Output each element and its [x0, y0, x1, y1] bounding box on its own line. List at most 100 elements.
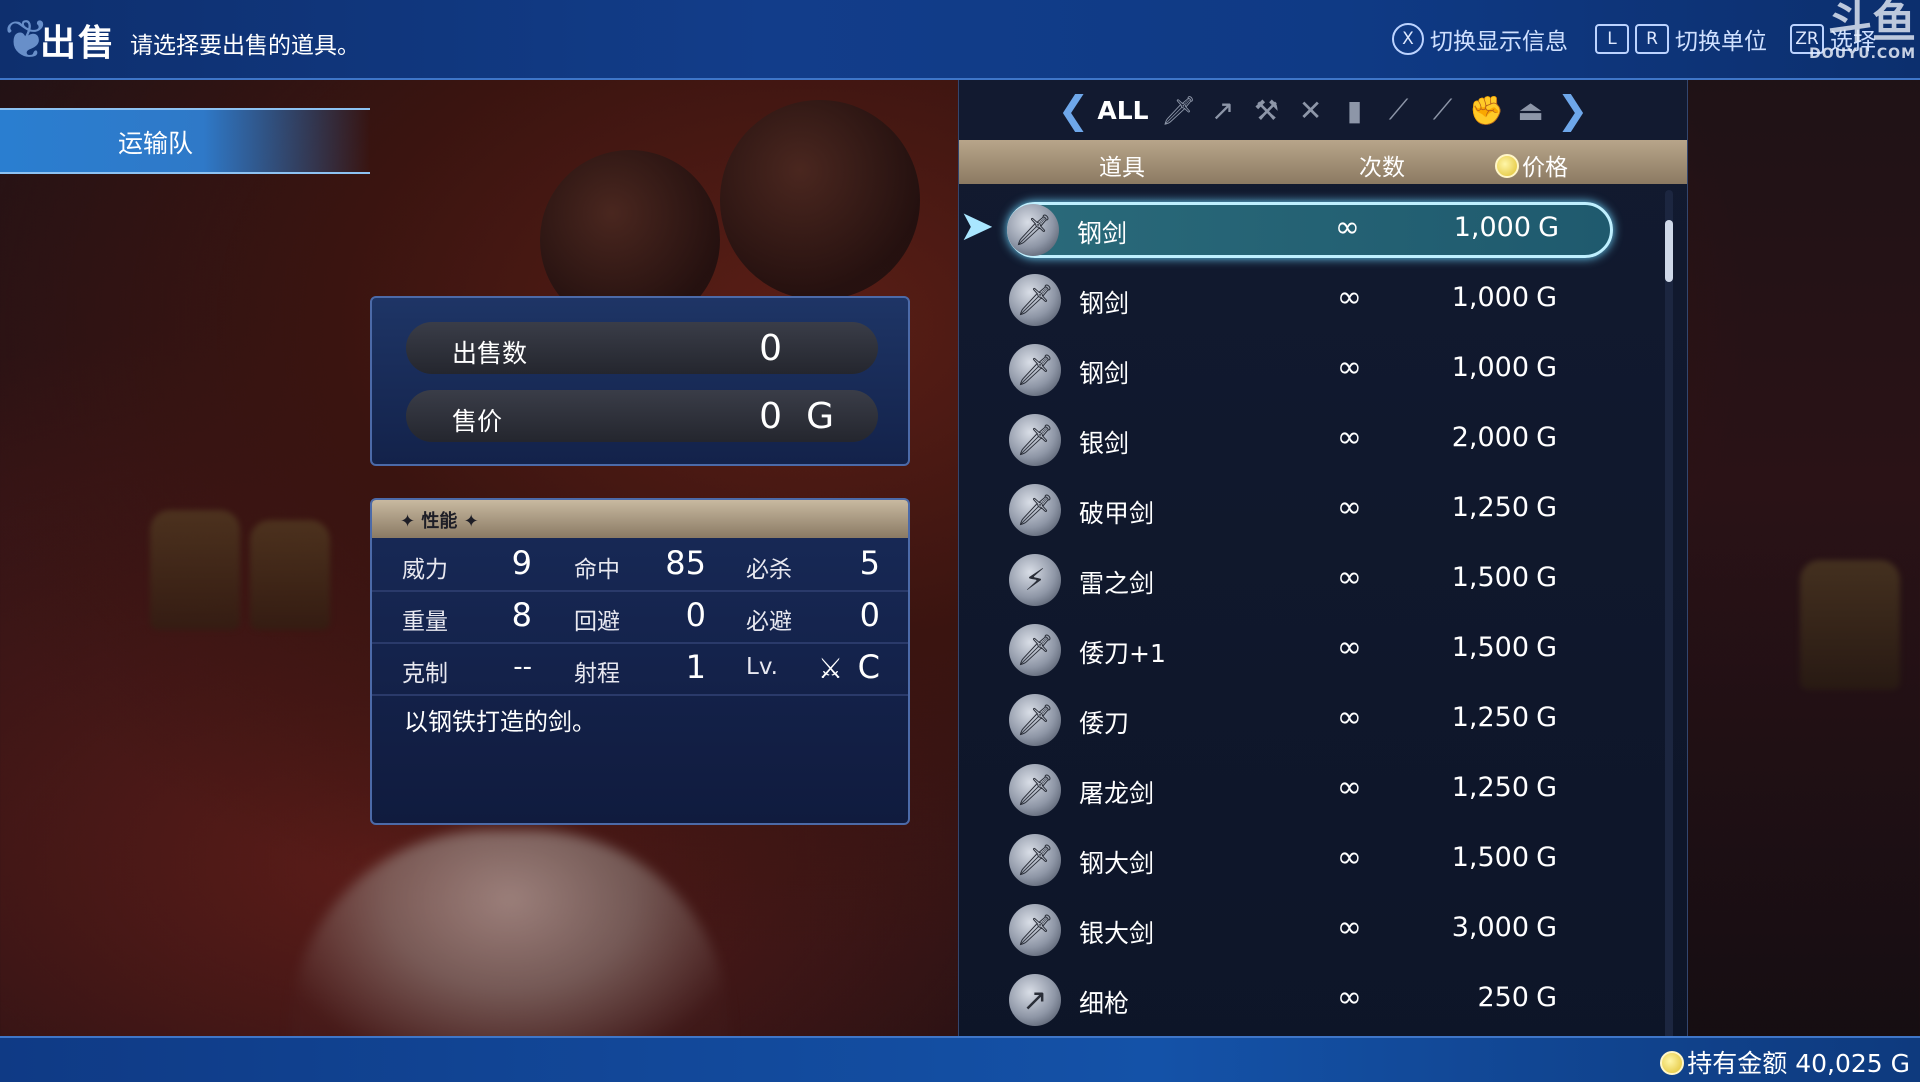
item-price: 1,000: [1451, 282, 1529, 313]
stat-value: C: [857, 648, 880, 686]
item-row[interactable]: ↗ 细枪 ∞ 250 G: [1009, 972, 1609, 1030]
watermark-logo: 斗鱼: [1828, 0, 1916, 48]
item-name: 屠龙剑: [1079, 779, 1155, 808]
sword-icon: 🗡: [1009, 904, 1061, 956]
item-price-unit: G: [1536, 562, 1557, 593]
chevron-right-icon[interactable]: ❯: [1557, 88, 1589, 132]
sword-icon: 🗡: [1009, 414, 1061, 466]
tab-convoy-label: 运输队: [118, 129, 194, 158]
item-uses: ∞: [1337, 560, 1362, 595]
item-row[interactable]: 🗡 屠龙剑 ∞ 1,250 G: [1009, 762, 1609, 820]
item-row[interactable]: 🗡 银大剑 ∞ 3,000 G: [1009, 902, 1609, 960]
sell-count-field[interactable]: 出售数 0: [406, 322, 878, 374]
background-shield: [720, 100, 920, 300]
axe-icon[interactable]: ⚒: [1249, 94, 1285, 127]
item-uses: ∞: [1337, 700, 1362, 735]
sword-icon: 🗡: [1009, 764, 1061, 816]
stat-value: 5: [859, 544, 880, 582]
knife-icon[interactable]: ⟋: [1425, 93, 1461, 127]
item-price-unit: G: [1538, 212, 1559, 243]
item-list-panel: ❮ ALL 🗡 ↗ ⚒ ✕ ▮ ⟋ ⟋ ✊ ⏏ ❯ 道具 次数 价格 ➤ 🗡 钢剑…: [958, 80, 1688, 1080]
stats-header: ✦ 性能 ✦: [372, 500, 908, 538]
item-icon[interactable]: ⏏: [1513, 94, 1549, 127]
item-uses: ∞: [1335, 210, 1360, 245]
item-price: 3,000: [1451, 912, 1529, 943]
stat-label: 回避: [574, 609, 620, 635]
background-jar: [150, 510, 240, 630]
switch-unit-label: 切换单位: [1675, 29, 1767, 55]
tome-icon[interactable]: ▮: [1337, 94, 1373, 127]
sword-icon: 🗡: [1009, 694, 1061, 746]
item-row[interactable]: 🗡 破甲剑 ∞ 1,250 G: [1009, 482, 1609, 540]
bottom-bar: 持有金额 40,025 G: [0, 1036, 1920, 1082]
item-price: 2,000: [1451, 422, 1529, 453]
chevron-left-icon[interactable]: ❮: [1058, 88, 1090, 132]
item-row[interactable]: 🗡 钢剑 ∞ 1,000 G: [1009, 272, 1609, 330]
coin-icon: [1660, 1051, 1685, 1075]
item-price: 1,000: [1453, 212, 1531, 243]
item-row[interactable]: 🗡 钢大剑 ∞ 1,500 G: [1009, 832, 1609, 890]
l-button-icon: L: [1595, 24, 1629, 54]
item-uses: ∞: [1337, 980, 1362, 1015]
category-bar: ❮ ALL 🗡 ↗ ⚒ ✕ ▮ ⟋ ⟋ ✊ ⏏ ❯: [959, 80, 1687, 140]
item-uses: ∞: [1337, 280, 1362, 315]
tab-convoy[interactable]: 运输队: [0, 108, 370, 174]
stat-value: 85: [665, 544, 706, 582]
stat-label: 克制: [402, 661, 448, 687]
item-description: 以钢铁打造的剑。: [404, 708, 596, 736]
stats-header-label: ✦ 性能 ✦: [400, 511, 479, 532]
item-row[interactable]: 🗡 倭刀+1 ∞ 1,500 G: [1009, 622, 1609, 680]
watermark-url: DOUYU.COM: [1809, 46, 1916, 62]
scrollbar-track[interactable]: [1665, 190, 1673, 1080]
item-price-unit: G: [1536, 632, 1557, 663]
scrollbar-thumb[interactable]: [1665, 220, 1673, 282]
sword-icon: 🗡: [1007, 204, 1059, 256]
item-name: 银大剑: [1079, 919, 1155, 948]
staff-icon[interactable]: ⟋: [1381, 93, 1417, 127]
item-row[interactable]: 🗡 钢剑 ∞ 1,000 G: [1009, 342, 1609, 400]
sell-price-value: 0: [759, 396, 782, 437]
switch-unit-button[interactable]: L R 切换单位: [1595, 22, 1767, 56]
sell-price-field: 售价 0 G: [406, 390, 878, 442]
sword-icon: 🗡: [1009, 344, 1061, 396]
stat-value: 8: [511, 596, 532, 634]
item-row[interactable]: 🗡 银剑 ∞ 2,000 G: [1009, 412, 1609, 470]
stat-value: 0: [685, 596, 706, 634]
sword-icon[interactable]: 🗡: [1161, 94, 1197, 127]
item-uses: ∞: [1337, 910, 1362, 945]
top-bar: ❦ 出售 请选择要出售的道具。 X 切换显示信息 L R 切换单位 ZR 选择 …: [0, 0, 1920, 80]
background-character: [290, 830, 730, 1060]
item-uses: ∞: [1337, 490, 1362, 525]
stat-label: Lv.: [746, 654, 778, 680]
item-price-unit: G: [1536, 982, 1557, 1013]
item-price-unit: G: [1536, 912, 1557, 943]
background-jar: [250, 520, 330, 630]
item-price-unit: G: [1536, 772, 1557, 803]
item-row[interactable]: 🗡 钢剑 ∞ 1,000 G: [1007, 202, 1611, 260]
item-uses: ∞: [1337, 350, 1362, 385]
gold-amount: 持有金额 40,025 G: [1660, 1044, 1910, 1080]
page-title: 出售: [40, 23, 117, 64]
stats-row: 威力 9 命中 85 必杀 5: [372, 538, 908, 592]
item-name: 倭刀: [1079, 709, 1130, 738]
item-row[interactable]: 🗡 倭刀 ∞ 1,250 G: [1009, 692, 1609, 750]
stats-panel: ✦ 性能 ✦ 威力 9 命中 85 必杀 5 重量 8 回避 0 必避 0 克制…: [370, 498, 910, 825]
bow-icon[interactable]: ✕: [1293, 94, 1329, 127]
x-button-icon: X: [1392, 23, 1424, 55]
gauntlet-icon[interactable]: ✊: [1469, 94, 1505, 127]
douyu-watermark: 斗鱼 DOUYU.COM: [1806, 0, 1916, 70]
item-name: 钢大剑: [1079, 849, 1155, 878]
item-price-unit: G: [1536, 702, 1557, 733]
r-button-icon: R: [1635, 24, 1669, 54]
toggle-info-button[interactable]: X 切换显示信息: [1392, 22, 1568, 56]
item-price-unit: G: [1536, 492, 1557, 523]
column-item: 道具: [1099, 155, 1145, 181]
stat-label: 命中: [574, 557, 620, 583]
category-all[interactable]: ALL: [1097, 96, 1148, 125]
gold-amount-label: 持有金额 40,025 G: [1687, 1049, 1910, 1078]
item-name: 细枪: [1079, 989, 1130, 1018]
item-price: 1,250: [1451, 772, 1529, 803]
lance-icon[interactable]: ↗: [1205, 94, 1241, 127]
item-row[interactable]: ⚡ 雷之剑 ∞ 1,500 G: [1009, 552, 1609, 610]
sword-icon: 🗡: [1009, 484, 1061, 536]
